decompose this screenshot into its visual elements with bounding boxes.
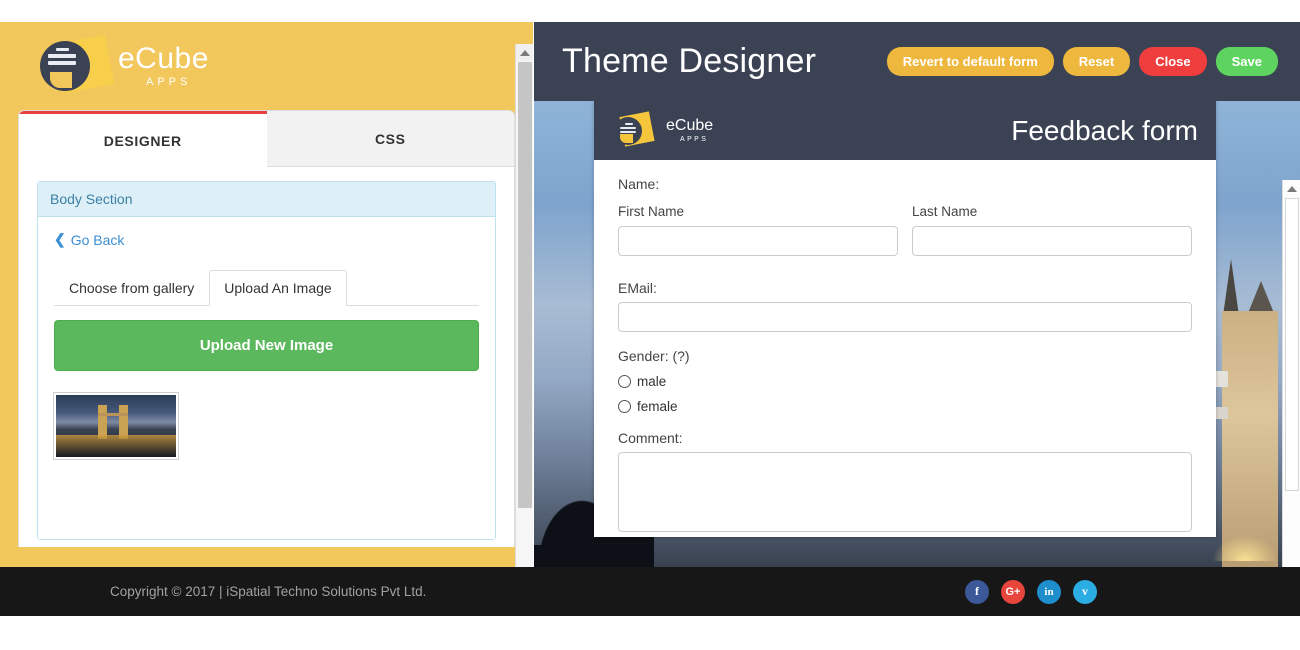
page-title: Theme Designer <box>562 42 817 80</box>
tab-bar: DESIGNER CSS <box>19 111 514 167</box>
tab-css[interactable]: CSS <box>266 111 514 167</box>
preview-scrollbar[interactable] <box>1282 180 1300 567</box>
body-section-title: Body Section <box>38 182 495 217</box>
go-back-label: Go Back <box>70 231 125 248</box>
uploaded-image-thumbnail[interactable] <box>53 392 179 460</box>
body-section-content: ❮ Go Back Choose from gallery Upload An … <box>38 217 495 539</box>
gender-option-male[interactable]: male <box>618 374 1192 389</box>
brand-header: eCube APPS <box>0 22 533 110</box>
form-brand-subtitle: APPS <box>680 136 709 143</box>
upload-new-image-button[interactable]: Upload New Image <box>54 320 479 371</box>
email-label: EMail: <box>618 280 657 296</box>
reset-button[interactable]: Reset <box>1062 47 1131 76</box>
chevron-left-icon: ❮ <box>54 231 66 247</box>
brand-subtitle: APPS <box>146 76 192 88</box>
form-body: Name: First Name Last Name EMail: Gender… <box>594 160 1216 537</box>
social-links: f G+ in ᴠ <box>965 579 1097 604</box>
first-name-group: First Name <box>618 198 898 256</box>
image-source-tabs: Choose from gallery Upload An Image <box>54 269 479 306</box>
scroll-up-icon[interactable] <box>1283 180 1300 197</box>
last-name-group: Last Name <box>912 198 1192 256</box>
ecube-logo-icon <box>34 34 115 97</box>
name-label: Name: <box>618 176 660 192</box>
body-section-box: Body Section ❮ Go Back Choose from galle… <box>37 181 496 540</box>
subtab-upload-an-image[interactable]: Upload An Image <box>209 270 347 306</box>
first-name-field[interactable] <box>618 226 898 256</box>
gender-male-label: male <box>637 374 667 389</box>
form-header: eCube APPS Feedback form <box>594 101 1216 160</box>
last-name-field[interactable] <box>912 226 1192 256</box>
form-title: Feedback form <box>1011 114 1198 146</box>
gender-female-label: female <box>637 399 678 414</box>
scrollbar-thumb[interactable] <box>518 62 532 508</box>
close-button[interactable]: Close <box>1139 47 1207 76</box>
form-preview-area: eCube APPS Feedback form Name: First Nam… <box>534 101 1300 567</box>
comment-field[interactable] <box>618 452 1192 532</box>
copyright-text: Copyright © 2017 | iSpatial Techno Solut… <box>110 584 427 599</box>
save-button[interactable]: Save <box>1215 47 1278 76</box>
go-back-link[interactable]: ❮ Go Back <box>54 231 124 248</box>
brand-name: eCube <box>118 42 209 75</box>
radio-icon[interactable] <box>618 400 631 413</box>
gender-label: Gender: (?) <box>618 348 690 364</box>
page-footer: Copyright © 2017 | iSpatial Techno Solut… <box>0 567 1300 616</box>
first-name-label: First Name <box>618 204 685 219</box>
linkedin-icon[interactable]: in <box>1037 579 1061 604</box>
comment-label: Comment: <box>618 430 683 446</box>
name-row: First Name Last Name <box>618 198 1192 256</box>
form-brand-wordmark: eCube APPS <box>666 117 714 144</box>
brand-wordmark: eCube APPS <box>118 44 209 88</box>
designer-panel: eCube APPS DESIGNER CSS Body Section ❮ G… <box>0 22 533 567</box>
radio-icon[interactable] <box>618 375 631 388</box>
scrollbar-thumb[interactable] <box>1285 198 1299 491</box>
revert-to-default-form-button[interactable]: Revert to default form <box>886 47 1054 76</box>
designer-panel-body: Body Section ❮ Go Back Choose from galle… <box>19 167 514 540</box>
designer-scrollbar[interactable] <box>515 44 533 567</box>
feedback-form-card: eCube APPS Feedback form Name: First Nam… <box>594 101 1216 537</box>
theme-designer-header: Theme Designer Revert to default form Re… <box>534 22 1300 101</box>
designer-card: DESIGNER CSS Body Section ❮ Go Back Choo… <box>18 110 515 547</box>
header-actions: Revert to default form Reset Close Save <box>886 47 1278 76</box>
application-window: eCube APPS DESIGNER CSS Body Section ❮ G… <box>0 0 1300 650</box>
theme-designer-panel: Theme Designer Revert to default form Re… <box>534 22 1300 567</box>
facebook-icon[interactable]: f <box>965 579 989 604</box>
tab-designer[interactable]: DESIGNER <box>19 111 267 167</box>
scroll-up-icon[interactable] <box>516 44 533 61</box>
form-brand-name: eCube <box>666 117 714 134</box>
email-field[interactable] <box>618 302 1192 332</box>
google-plus-icon[interactable]: G+ <box>1001 579 1025 604</box>
last-name-label: Last Name <box>912 204 978 219</box>
form-ecube-logo-icon <box>612 110 664 148</box>
subtab-choose-from-gallery[interactable]: Choose from gallery <box>54 270 209 306</box>
gender-option-female[interactable]: female <box>618 399 1192 414</box>
twitter-icon[interactable]: ᴠ <box>1073 579 1097 604</box>
